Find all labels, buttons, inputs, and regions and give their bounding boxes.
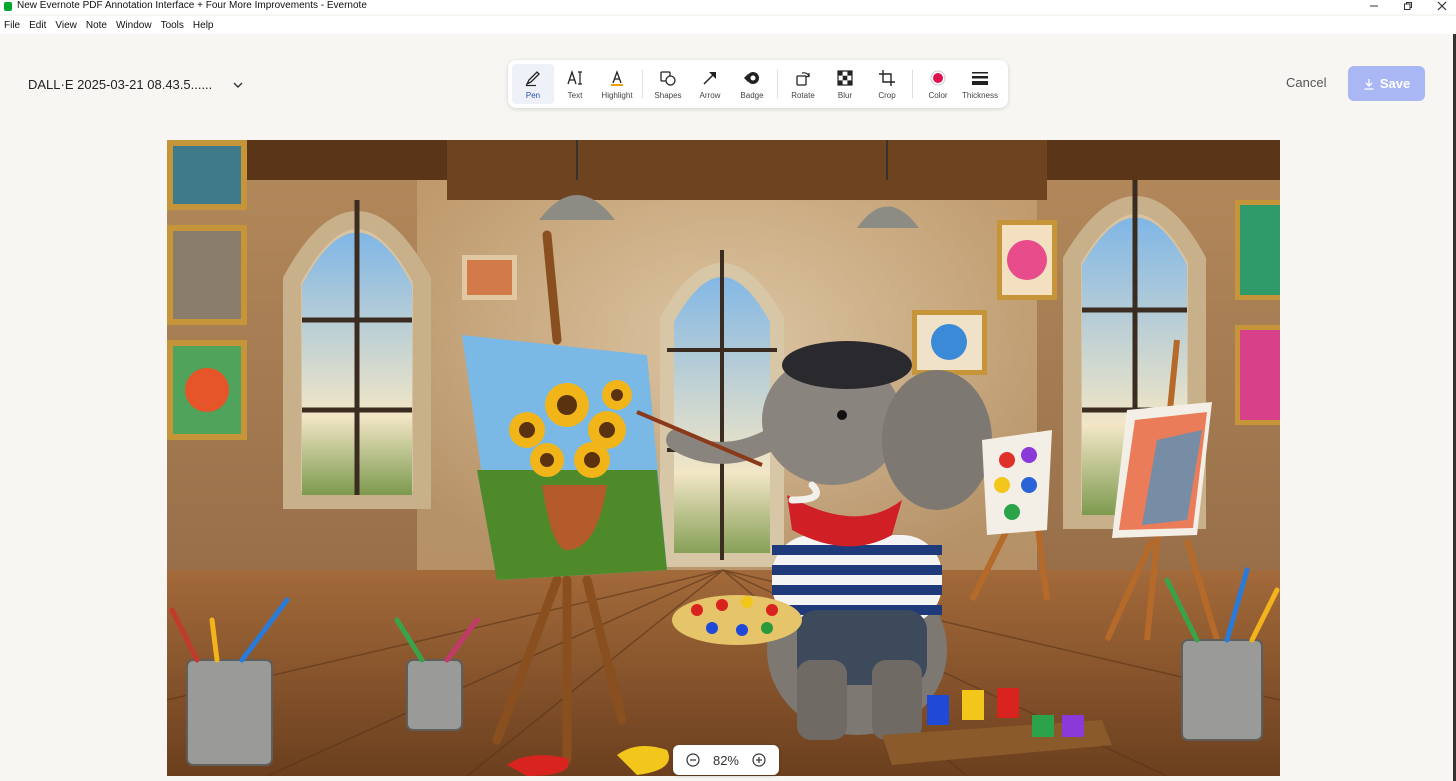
tool-badge-label: Badge (740, 90, 764, 100)
annotation-toolbar: Pen Text Highlight Shapes Arrow Badge Ro… (508, 60, 1008, 108)
tool-highlight[interactable]: Highlight (596, 64, 638, 104)
window-title: New Evernote PDF Annotation Interface + … (17, 0, 367, 11)
tool-crop-label: Crop (878, 90, 896, 100)
menu-view[interactable]: View (55, 20, 77, 31)
tool-arrow[interactable]: Arrow (689, 64, 731, 104)
tool-shapes[interactable]: Shapes (647, 64, 689, 104)
elephant-painter-illustration (167, 140, 1280, 776)
toolbar-divider (777, 70, 778, 98)
tool-blur-label: Blur (837, 90, 853, 100)
tool-thickness-label: Thickness (961, 90, 998, 100)
tool-rotate[interactable]: Rotate (782, 64, 824, 104)
menu-tools[interactable]: Tools (161, 20, 184, 31)
badge-icon (743, 69, 761, 87)
chevron-down-icon (233, 82, 243, 88)
restore-icon[interactable] (1396, 0, 1420, 12)
tool-arrow-label: Arrow (699, 90, 721, 100)
save-button-label: Save (1379, 76, 1411, 91)
tool-blur[interactable]: Blur (824, 64, 866, 104)
toolbar-divider (912, 70, 913, 98)
tool-thickness[interactable]: Thickness (959, 64, 1001, 104)
shapes-icon (659, 69, 677, 87)
annotation-canvas-image[interactable] (167, 140, 1280, 776)
close-icon[interactable] (1430, 0, 1454, 12)
highlight-icon (608, 69, 626, 87)
tool-highlight-label: Highlight (601, 90, 633, 100)
color-swatch-icon (929, 69, 947, 87)
window-titlebar: New Evernote PDF Annotation Interface + … (0, 0, 1456, 14)
tool-pen[interactable]: Pen (512, 64, 554, 104)
crop-icon (878, 69, 896, 87)
evernote-app-icon (4, 2, 12, 11)
tool-color-label: Color (928, 90, 948, 100)
tool-pen-label: Pen (525, 90, 541, 100)
rotate-icon (794, 69, 812, 87)
thickness-icon (971, 69, 989, 87)
tool-text[interactable]: Text (554, 64, 596, 104)
cancel-button[interactable]: Cancel (1286, 75, 1326, 90)
menu-help[interactable]: Help (193, 20, 214, 31)
tool-shapes-label: Shapes (654, 90, 682, 100)
tool-text-label: Text (567, 90, 583, 100)
download-icon (1364, 78, 1374, 90)
filename-label: DALL·E 2025-03-21 08.43.5...... (28, 77, 213, 92)
tool-badge[interactable]: Badge (731, 64, 773, 104)
blur-icon (836, 69, 854, 87)
tool-rotate-label: Rotate (791, 90, 815, 100)
menu-bar: File Edit View Note Window Tools Help (0, 16, 1456, 34)
menu-note[interactable]: Note (86, 20, 107, 31)
zoom-level: 82% (712, 752, 739, 768)
zoom-out-icon[interactable] (685, 752, 701, 768)
tool-color[interactable]: Color (917, 64, 959, 104)
toolbar-divider (642, 70, 643, 98)
menu-file[interactable]: File (4, 20, 20, 31)
zoom-in-icon[interactable] (751, 752, 767, 768)
tool-crop[interactable]: Crop (866, 64, 908, 104)
menu-window[interactable]: Window (116, 20, 152, 31)
filename-dropdown[interactable]: DALL·E 2025-03-21 08.43.5...... (28, 77, 244, 92)
save-button[interactable]: Save (1348, 66, 1425, 101)
text-icon (566, 69, 584, 87)
arrow-icon (701, 69, 719, 87)
pen-icon (524, 69, 542, 87)
zoom-control: 82% (673, 745, 779, 775)
minimize-icon[interactable] (1362, 0, 1386, 12)
menu-edit[interactable]: Edit (29, 20, 46, 31)
